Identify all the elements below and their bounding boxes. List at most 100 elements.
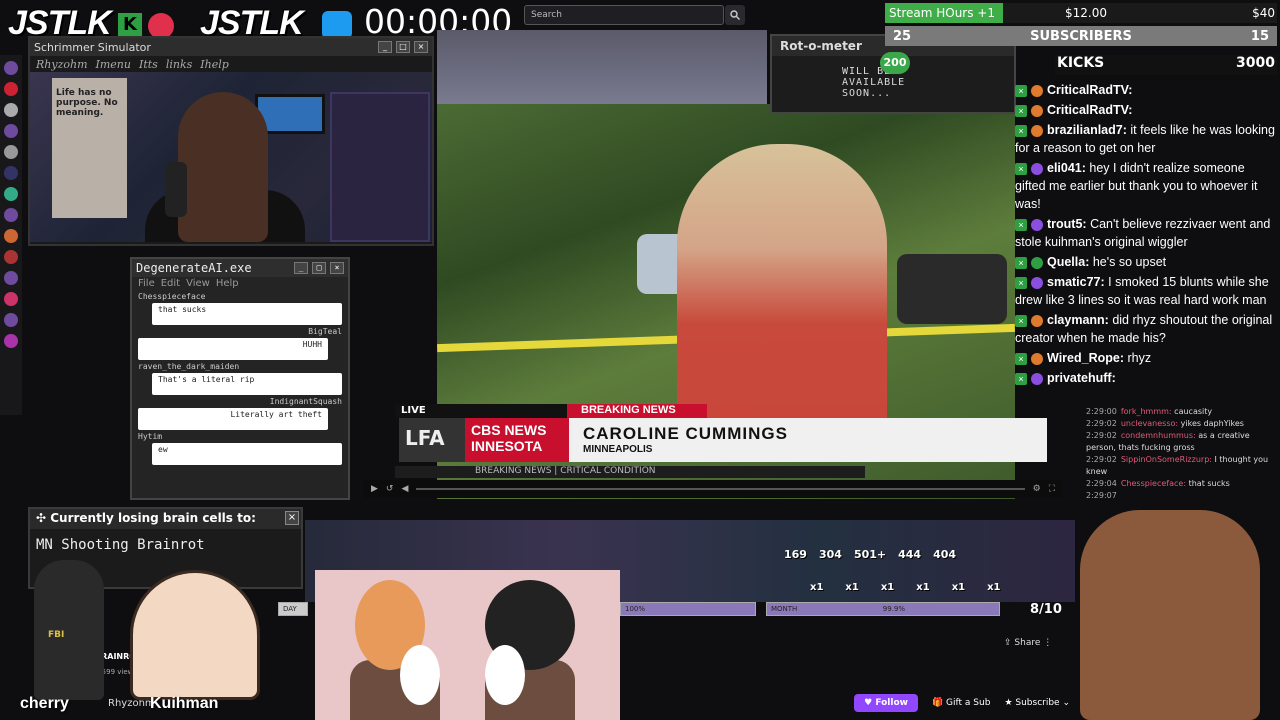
webcam-feed: Life has no purpose. No meaning.: [30, 72, 432, 242]
chat-username[interactable]: claymann:: [1047, 313, 1109, 327]
volume-icon[interactable]: ◀: [401, 484, 408, 494]
badge-icon: [1031, 104, 1043, 117]
maximize-button[interactable]: □: [396, 41, 410, 53]
channel-avatar[interactable]: [4, 208, 18, 222]
degen-username: Hytim: [138, 432, 163, 441]
channel-avatar[interactable]: [4, 250, 18, 264]
mod-icon[interactable]: ×: [1015, 256, 1027, 269]
channel-avatar[interactable]: [4, 229, 18, 243]
share-button[interactable]: ⇪ Share ⋮: [1004, 638, 1052, 648]
chat-username[interactable]: fork_hmmm:: [1121, 407, 1172, 416]
ticker-right: CRITICAL CONDITION: [560, 466, 656, 476]
chat-username[interactable]: SippinOnSomeRizzurp:: [1121, 455, 1212, 464]
chat-username[interactable]: smatic77:: [1047, 275, 1105, 289]
menu-item[interactable]: Help: [216, 278, 239, 289]
mod-icon[interactable]: ×: [1015, 124, 1027, 137]
subscribe-button[interactable]: ★ Subscribe ⌄: [1004, 698, 1070, 708]
settings-icon[interactable]: ⚙: [1033, 484, 1041, 494]
channel-avatar[interactable]: [4, 82, 18, 96]
streamer: [178, 92, 268, 242]
chat-username[interactable]: brazilianlad7:: [1047, 123, 1127, 137]
seek-bar[interactable]: [416, 488, 1025, 490]
followed-channels-rail: [0, 55, 22, 415]
multiplier-row: x1 x1 x1 x1 x1 x1: [810, 582, 1001, 593]
channel-avatar[interactable]: [4, 313, 18, 327]
video-top-area: [437, 30, 767, 104]
progress-value: 100%: [625, 605, 646, 613]
channel-avatar[interactable]: [4, 61, 18, 75]
chat-username[interactable]: eli041:: [1047, 161, 1086, 175]
chat-username[interactable]: condemnhummus:: [1121, 431, 1196, 440]
close-button[interactable]: ×: [330, 262, 344, 274]
goal-label: Stream HOurs +1: [889, 6, 995, 20]
minimize-button[interactable]: _: [294, 262, 308, 274]
chat-username[interactable]: CriticalRadTV:: [1047, 103, 1132, 117]
channel-avatar[interactable]: [4, 187, 18, 201]
car: [897, 254, 1007, 324]
mini-chat-message: 2:29:07: [1086, 490, 1276, 502]
day-label: DAY: [283, 605, 297, 613]
minimize-button[interactable]: _: [378, 41, 392, 53]
chat-message: × claymann: did rhyz shoutout the origina…: [1013, 310, 1280, 348]
search-input[interactable]: Search: [524, 5, 724, 25]
name-box: CAROLINE CUMMINGS MINNEAPOLIS: [569, 418, 1047, 462]
cartoon-overlay: [315, 570, 620, 720]
search-button[interactable]: [725, 5, 745, 25]
mod-icon[interactable]: ×: [1015, 84, 1027, 97]
degen-message-box: Literally art theft: [138, 408, 328, 430]
chat-username[interactable]: Wired_Rope:: [1047, 351, 1124, 365]
channel-avatar[interactable]: [4, 103, 18, 117]
chat-username[interactable]: trout5:: [1047, 217, 1087, 231]
menu-item[interactable]: Imenu: [96, 58, 131, 71]
live-label: LIVE: [395, 404, 567, 418]
channel-avatar[interactable]: [4, 124, 18, 138]
kuihman-caption: Kuihman: [150, 695, 219, 712]
chat-timestamp: 2:29:02: [1086, 431, 1117, 440]
rewind-icon[interactable]: ↺: [386, 484, 394, 494]
menu-item[interactable]: View: [186, 278, 210, 289]
mod-icon[interactable]: ×: [1015, 276, 1027, 289]
close-button[interactable]: ×: [414, 41, 428, 53]
menu-item[interactable]: File: [138, 278, 155, 289]
close-button[interactable]: ×: [285, 511, 299, 525]
chat-username[interactable]: Quella:: [1047, 255, 1089, 269]
fullscreen-icon[interactable]: ⛶: [1049, 484, 1055, 494]
degen-message-box: ew: [152, 443, 342, 465]
month-label: MONTH: [771, 605, 798, 613]
mod-icon[interactable]: ×: [1015, 162, 1027, 175]
badge-icon: [1031, 218, 1043, 231]
menu-item[interactable]: Ihelp: [200, 58, 229, 71]
gift-sub-button[interactable]: 🎁 Gift a Sub: [932, 698, 990, 708]
menu-item[interactable]: links: [166, 58, 192, 71]
play-icon[interactable]: ▶: [371, 484, 378, 494]
brain-cells-value: MN Shooting Brainrot: [36, 537, 205, 553]
chat-text: rhyz: [1127, 351, 1152, 365]
channel-avatar[interactable]: [4, 166, 18, 180]
channel-avatar[interactable]: [4, 334, 18, 348]
count-value: 404: [933, 548, 957, 561]
badge-icon: [1031, 124, 1043, 137]
follow-button[interactable]: ♥ Follow: [854, 694, 918, 712]
mod-icon[interactable]: ×: [1015, 104, 1027, 117]
mod-icon[interactable]: ×: [1015, 314, 1027, 327]
menu-item[interactable]: Edit: [161, 278, 180, 289]
maximize-button[interactable]: □: [312, 262, 326, 274]
channel-avatar[interactable]: [4, 292, 18, 306]
chat-message: × Wired_Rope: rhyz: [1013, 348, 1280, 368]
subscribe-label: Subscribe: [1015, 698, 1060, 708]
chat-username[interactable]: CriticalRadTV:: [1047, 83, 1132, 97]
menu-item[interactable]: Itts: [139, 58, 158, 71]
stream-hours-goal: Stream HOurs +1 $12.00 $40: [885, 3, 1277, 23]
mod-icon[interactable]: ×: [1015, 218, 1027, 231]
chat-username[interactable]: unclevanesso:: [1121, 419, 1178, 428]
chat-username[interactable]: privatehuff:: [1047, 371, 1116, 385]
menu-item[interactable]: Rhyzohm: [36, 58, 88, 71]
webcam-menubar: Rhyzohm Imenu Itts links Ihelp: [30, 56, 432, 73]
ticker-left: BREAKING NEWS: [475, 466, 552, 476]
chat-username[interactable]: Chesspieceface:: [1121, 479, 1186, 488]
mod-icon[interactable]: ×: [1015, 372, 1027, 385]
mod-icon[interactable]: ×: [1015, 352, 1027, 365]
channel-avatar[interactable]: [4, 271, 18, 285]
chat-message: × eli041: hey I didn't realize someone gi…: [1013, 158, 1280, 214]
channel-avatar[interactable]: [4, 145, 18, 159]
